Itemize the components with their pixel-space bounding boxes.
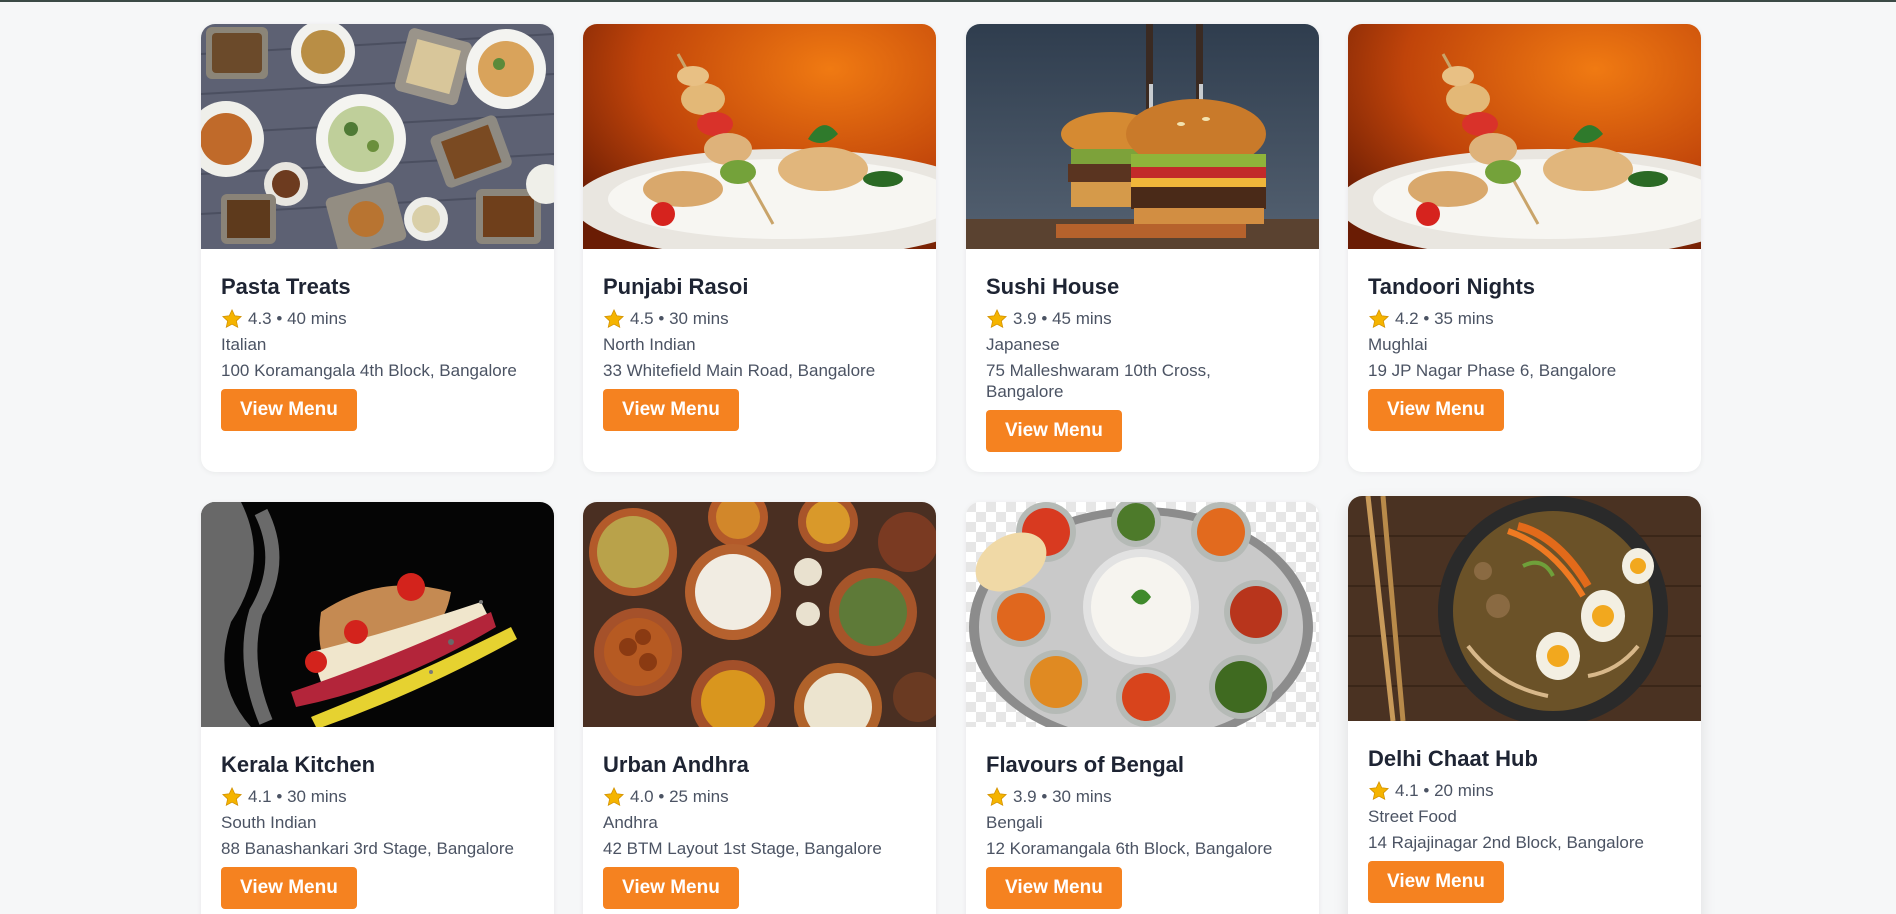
view-menu-button[interactable]: View Menu	[986, 410, 1122, 452]
view-menu-button[interactable]: View Menu	[221, 389, 357, 431]
restaurant-card[interactable]: Delhi Chaat Hub 4.1 • 20 mins Street Foo…	[1348, 496, 1701, 914]
restaurant-name: Punjabi Rasoi	[603, 274, 749, 299]
separator: •	[1041, 787, 1048, 806]
rating-value: 3.9	[1013, 787, 1037, 806]
restaurant-card[interactable]: Tandoori Nights 4.2 • 35 mins Mughlai 19…	[1348, 24, 1701, 472]
cuisine: Mughlai	[1368, 335, 1428, 354]
food-image	[201, 24, 554, 249]
restaurant-name: Flavours of Bengal	[986, 752, 1185, 777]
rating-value: 4.1	[248, 787, 272, 806]
cuisine: Bengali	[986, 813, 1043, 832]
address: 14 Rajajinagar 2nd Block, Bangalore	[1368, 833, 1644, 852]
view-menu-button[interactable]: View Menu	[986, 867, 1122, 909]
cuisine: Italian	[221, 335, 267, 354]
separator: •	[276, 309, 283, 328]
separator: •	[1041, 309, 1048, 328]
rating-time: 4.2 • 35 mins	[1368, 308, 1681, 330]
separator: •	[658, 787, 665, 806]
restaurant-card[interactable]: Pasta Treats 4.3 • 40 mins Italian 100 K…	[201, 24, 554, 472]
delivery-time: 30 mins	[287, 787, 347, 806]
address: 75 Malleshwaram 10th Cross, Bangalore	[986, 361, 1211, 401]
restaurant-card[interactable]: Punjabi Rasoi 4.5 • 30 mins North Indian…	[583, 24, 936, 472]
separator: •	[658, 309, 665, 328]
delivery-time: 45 mins	[1052, 309, 1112, 328]
cuisine: Japanese	[986, 335, 1060, 354]
rating-time: 4.0 • 25 mins	[603, 786, 916, 808]
cuisine: Street Food	[1368, 807, 1457, 826]
food-image	[966, 24, 1319, 249]
delivery-time: 35 mins	[1434, 309, 1494, 328]
address: 88 Banashankari 3rd Stage, Bangalore	[221, 839, 514, 858]
view-menu-button[interactable]: View Menu	[1368, 861, 1504, 903]
food-image	[583, 24, 936, 249]
view-menu-button[interactable]: View Menu	[221, 867, 357, 909]
cuisine: North Indian	[603, 335, 696, 354]
separator: •	[276, 787, 283, 806]
rating-time: 4.5 • 30 mins	[603, 308, 916, 330]
restaurant-name: Sushi House	[986, 274, 1120, 299]
view-menu-button[interactable]: View Menu	[603, 867, 739, 909]
food-image	[1348, 24, 1701, 249]
rating-value: 4.1	[1395, 781, 1419, 800]
rating-time: 4.1 • 20 mins	[1368, 780, 1681, 802]
cuisine: South Indian	[221, 813, 317, 832]
delivery-time: 20 mins	[1434, 781, 1494, 800]
rating-value: 4.3	[248, 309, 272, 328]
address: 19 JP Nagar Phase 6, Bangalore	[1368, 361, 1617, 380]
separator: •	[1423, 309, 1430, 328]
food-image	[1348, 496, 1701, 721]
cuisine: Andhra	[603, 813, 658, 832]
restaurant-name: Pasta Treats	[221, 274, 351, 299]
star-icon	[221, 308, 243, 329]
restaurant-name: Delhi Chaat Hub	[1368, 746, 1538, 771]
view-menu-button[interactable]: View Menu	[603, 389, 739, 431]
star-icon	[603, 308, 625, 329]
rating-time: 3.9 • 45 mins	[986, 308, 1299, 330]
view-menu-button[interactable]: View Menu	[1368, 389, 1504, 431]
rating-time: 4.1 • 30 mins	[221, 786, 534, 808]
restaurant-card[interactable]: Flavours of Bengal 3.9 • 30 mins Bengali…	[966, 502, 1319, 914]
star-icon	[986, 308, 1008, 329]
rating-time: 3.9 • 30 mins	[986, 786, 1299, 808]
restaurant-grid: Pasta Treats 4.3 • 40 mins Italian 100 K…	[0, 0, 1896, 914]
star-icon	[1368, 308, 1390, 329]
delivery-time: 40 mins	[287, 309, 347, 328]
address: 12 Koramangala 6th Block, Bangalore	[986, 839, 1273, 858]
star-icon	[986, 786, 1008, 807]
address: 100 Koramangala 4th Block, Bangalore	[221, 361, 517, 380]
delivery-time: 30 mins	[669, 309, 729, 328]
restaurant-card[interactable]: Kerala Kitchen 4.1 • 30 mins South India…	[201, 502, 554, 914]
food-image	[583, 502, 936, 727]
address: 42 BTM Layout 1st Stage, Bangalore	[603, 839, 882, 858]
separator: •	[1423, 781, 1430, 800]
star-icon	[603, 786, 625, 807]
restaurant-card[interactable]: Sushi House 3.9 • 45 mins Japanese 75 Ma…	[966, 24, 1319, 472]
food-image	[201, 502, 554, 727]
rating-value: 4.5	[630, 309, 654, 328]
star-icon	[1368, 780, 1390, 801]
delivery-time: 25 mins	[669, 787, 729, 806]
rating-value: 3.9	[1013, 309, 1037, 328]
address: 33 Whitefield Main Road, Bangalore	[603, 361, 876, 380]
restaurant-name: Urban Andhra	[603, 752, 749, 777]
rating-value: 4.2	[1395, 309, 1419, 328]
restaurant-card[interactable]: Urban Andhra 4.0 • 25 mins Andhra 42 BTM…	[583, 502, 936, 914]
rating-value: 4.0	[630, 787, 654, 806]
rating-time: 4.3 • 40 mins	[221, 308, 534, 330]
restaurant-name: Kerala Kitchen	[221, 752, 376, 777]
restaurant-name: Tandoori Nights	[1368, 274, 1536, 299]
food-image	[966, 502, 1319, 727]
star-icon	[221, 786, 243, 807]
delivery-time: 30 mins	[1052, 787, 1112, 806]
